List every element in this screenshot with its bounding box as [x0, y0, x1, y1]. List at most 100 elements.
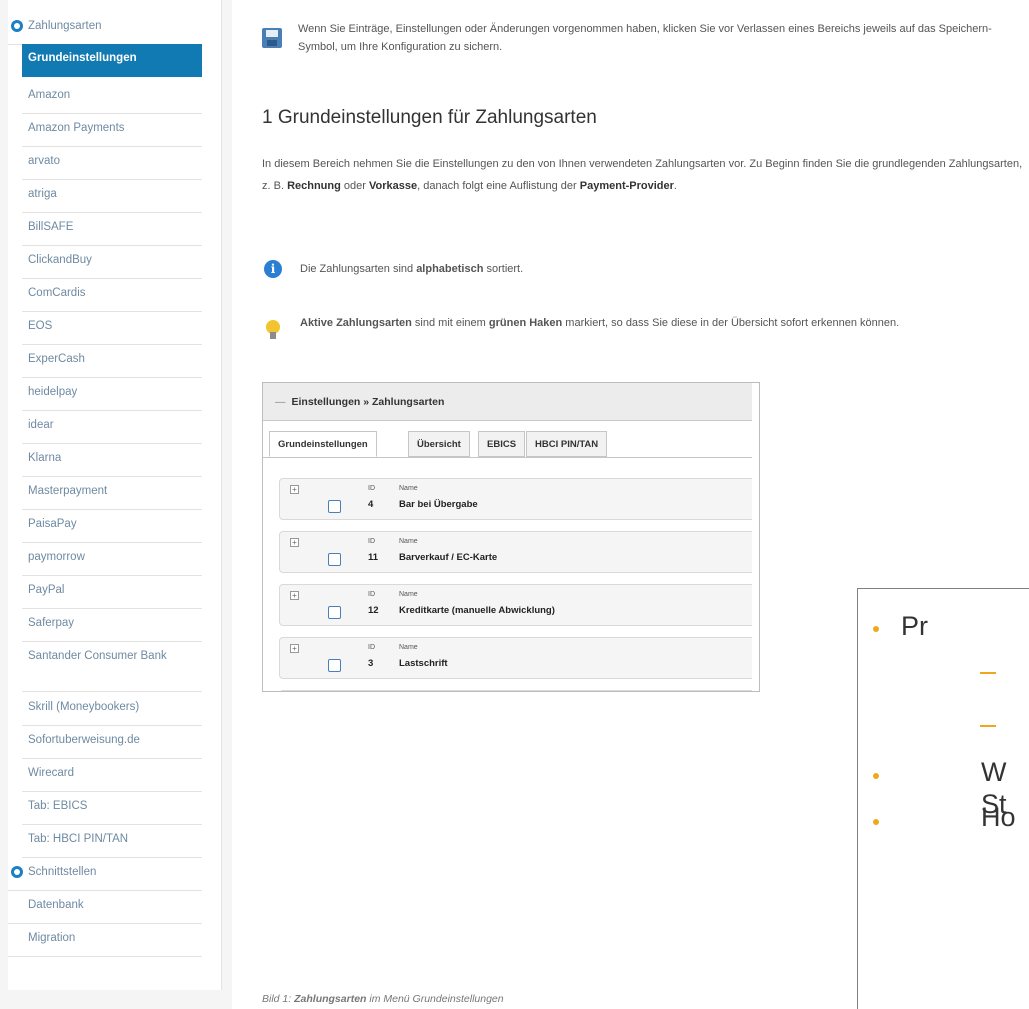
- sidebar-item-label: Grundeinstellungen: [28, 52, 137, 64]
- bullet-dot: [873, 819, 879, 825]
- name-label: Name: [399, 538, 418, 545]
- save-note: Wenn Sie Einträge, Einstellungen oder Än…: [298, 23, 992, 53]
- sidebar-item-label: ComCardis: [28, 287, 86, 299]
- tab-hbci-pin-tan[interactable]: HBCI PIN/TAN: [526, 431, 608, 457]
- sidebar-item-schnittstellen[interactable]: Schnittstellen: [8, 858, 202, 891]
- sidebar-item-label: ExperCash: [28, 353, 85, 365]
- name-label: Name: [399, 644, 418, 651]
- sidebar-item-label: Datenbank: [28, 899, 84, 911]
- intro-paragraph: In diesem Bereich nehmen Sie die Einstel…: [262, 158, 1023, 192]
- sidebar-item-amazon-payments[interactable]: Amazon Payments: [22, 114, 202, 147]
- sidebar-item-migration[interactable]: Migration: [8, 924, 202, 957]
- tab-grundeinstellungen[interactable]: Grundeinstellungen: [269, 431, 377, 457]
- sidebar-item-atriga[interactable]: atriga: [22, 180, 202, 213]
- name-label: Name: [399, 591, 418, 598]
- tab-uebersicht[interactable]: Übersicht: [408, 431, 470, 457]
- id-value: 11: [368, 552, 379, 563]
- checkbox[interactable]: [328, 606, 341, 619]
- payment-method-row: + ID 4 Name Bar bei Übergabe: [279, 478, 757, 520]
- sidebar-item-label: Wirecard: [28, 767, 75, 779]
- payment-method-row: + ID 12 Name Kreditkarte (manuelle Abwicklun…: [279, 584, 757, 626]
- sidebar-item-sofortueberweisung[interactable]: Sofortuberweisung.de: [22, 726, 202, 759]
- name-value: Kreditkarte (manuelle Abwicklung): [399, 605, 555, 616]
- circle-bullet-icon: [11, 20, 23, 32]
- id-value: 12: [368, 605, 379, 616]
- checkbox[interactable]: [328, 659, 341, 672]
- expand-icon[interactable]: +: [290, 644, 299, 653]
- sidebar-item-label: EOS: [28, 320, 53, 332]
- embedded-screenshot: — Einstellungen » Zahlungsarten Grundeins…: [262, 382, 760, 692]
- info-note: Die Zahlungsarten sind alphabetisch sort…: [300, 263, 524, 275]
- id-value: 4: [368, 499, 374, 510]
- name-value: Barverkauf / EC-Karte: [399, 552, 498, 563]
- id-label: ID: [368, 591, 375, 598]
- sidebar-item-label: Masterpayment: [28, 485, 108, 497]
- sidebar-item-santander-consumer-bank[interactable]: Santander Consumer Bank: [22, 642, 202, 692]
- slide-line-1: Pr: [901, 611, 928, 641]
- checkbox[interactable]: [328, 553, 341, 566]
- sidebar-item-idear[interactable]: idear: [22, 411, 202, 444]
- tab-ebics[interactable]: EBICS: [478, 431, 526, 457]
- sidebar-item-grundeinstellungen[interactable]: Grundeinstellungen: [22, 44, 202, 77]
- sidebar-item-skrill[interactable]: Skrill (Moneybookers): [22, 693, 202, 726]
- sidebar-item-eos[interactable]: EOS: [22, 312, 202, 345]
- sidebar-item-label: Sofortuberweisung.de: [28, 734, 140, 746]
- sidebar-item-label: Saferpay: [28, 617, 75, 629]
- sidebar-item-label: arvato: [28, 155, 60, 167]
- sidebar-item-clickandbuy[interactable]: ClickandBuy: [22, 246, 202, 279]
- sidebar-item-label: PaisaPay: [28, 518, 77, 530]
- sidebar-item-paypal[interactable]: PayPal: [22, 576, 202, 609]
- sidebar-item-paymorrow[interactable]: paymorrow: [22, 543, 202, 576]
- expand-icon[interactable]: +: [290, 485, 299, 494]
- sidebar-item-label: Schnittstellen: [28, 866, 97, 878]
- sidebar-item-label: Klarna: [28, 452, 62, 464]
- sidebar-item-amazon[interactable]: Amazon: [22, 81, 202, 114]
- screenshot-header: — Einstellungen » Zahlungsarten: [263, 383, 759, 421]
- figure-caption: Bild 1: Zahlungsarten im Menü Grundeinst…: [262, 993, 504, 1005]
- slide-line-4: W: [981, 757, 1007, 787]
- slide-overlay: Pr W St Ho: [857, 588, 1029, 1009]
- sidebar-item-saferpay[interactable]: Saferpay: [22, 609, 202, 642]
- name-value: Lastschrift: [399, 658, 448, 669]
- expand-icon[interactable]: +: [290, 538, 299, 547]
- sidebar: Zahlungsarten Grundeinstellungen Amazon Ama…: [0, 0, 232, 1009]
- sidebar-item-tab-hbci-pin-tan[interactable]: Tab: HBCI PIN/TAN: [22, 825, 202, 858]
- sidebar-item-expercash[interactable]: ExperCash: [22, 345, 202, 378]
- sidebar-item-tab-ebics[interactable]: Tab: EBICS: [22, 792, 202, 825]
- id-value: 3: [368, 658, 374, 669]
- sidebar-item-label: BillSAFE: [28, 221, 74, 233]
- sidebar-item-comcardis[interactable]: ComCardis: [22, 279, 202, 312]
- sidebar-item-label: atriga: [28, 188, 57, 200]
- name-value: Bar bei Übergabe: [399, 499, 478, 510]
- sidebar-item-zahlungsarten[interactable]: Zahlungsarten: [8, 12, 202, 45]
- sidebar-item-label: Amazon: [28, 89, 71, 101]
- expand-icon[interactable]: +: [290, 591, 299, 600]
- id-label: ID: [368, 538, 375, 545]
- sidebar-item-masterpayment[interactable]: Masterpayment: [22, 477, 202, 510]
- torn-edge-right: [752, 383, 759, 691]
- tab-divider: [263, 457, 759, 458]
- sidebar-item-arvato[interactable]: arvato: [22, 147, 202, 180]
- checkbox[interactable]: [328, 500, 341, 513]
- payment-method-row: + ID 11 Name Barverkauf / EC-Karte: [279, 531, 757, 573]
- id-label: ID: [368, 485, 375, 492]
- payment-method-row: + ID 3 Name Lastschrift: [279, 637, 757, 679]
- slide-line-6: Ho: [981, 802, 1016, 832]
- sidebar-item-datenbank[interactable]: Datenbank: [8, 891, 202, 924]
- sidebar-item-wirecard[interactable]: Wirecard: [22, 759, 202, 792]
- sidebar-item-billsafe[interactable]: BillSAFE: [22, 213, 202, 246]
- sidebar-item-label: Zahlungsarten: [28, 20, 102, 32]
- id-label: ID: [368, 644, 375, 651]
- sidebar-item-paisapay[interactable]: PaisaPay: [22, 510, 202, 543]
- sidebar-item-label: Tab: HBCI PIN/TAN: [28, 833, 129, 845]
- sidebar-item-label: paymorrow: [28, 551, 85, 563]
- sidebar-item-label: Skrill (Moneybookers): [28, 701, 140, 713]
- sidebar-item-label: heidelpay: [28, 386, 78, 398]
- page-title: 1 Grundeinstellungen für Zahlungsarten: [262, 107, 597, 128]
- sidebar-item-heidelpay[interactable]: heidelpay: [22, 378, 202, 411]
- name-label: Name: [399, 485, 418, 492]
- bullet-dash: [980, 725, 996, 727]
- sidebar-item-klarna[interactable]: Klarna: [22, 444, 202, 477]
- tip-note: Aktive Zahlungsarten sind mit einem grün…: [300, 317, 900, 329]
- bullet-dot: [873, 773, 879, 779]
